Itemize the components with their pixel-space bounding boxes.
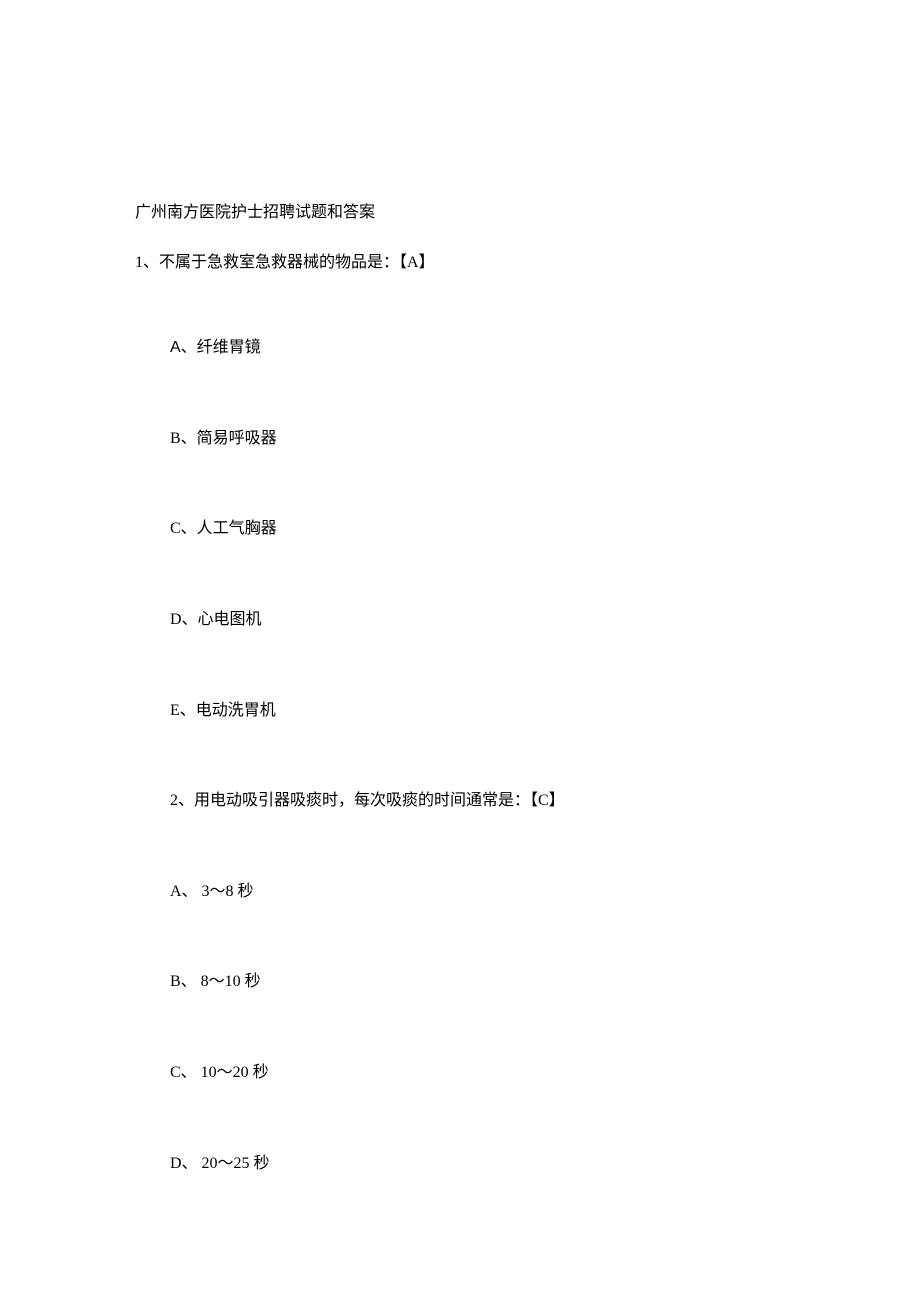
question-1-option-e: E、电动洗胃机 xyxy=(135,698,785,724)
question-1-stem: 1、不属于急救室急救器械的物品是：【A】 xyxy=(135,250,785,276)
question-2-option-c: C、 10～20 秒 xyxy=(135,1060,785,1086)
document-title: 广州南方医院护士招聘试题和答案 xyxy=(135,200,785,226)
option-a-text: 、纤维胃镜 xyxy=(181,339,261,356)
question-1-option-a: A、纤维胃镜 xyxy=(135,335,785,361)
question-2-option-d: D、 20～25 秒 xyxy=(135,1151,785,1177)
option-a-letter: A xyxy=(170,339,181,356)
question-2-option-a: A、 3～8 秒 xyxy=(135,879,785,905)
question-1-option-b: B、简易呼吸器 xyxy=(135,426,785,452)
question-2-stem: 2、用电动吸引器吸痰时，每次吸痰的时间通常是：【C】 xyxy=(135,788,785,814)
question-1-option-c: C、人工气胸器 xyxy=(135,516,785,542)
question-1-option-d: D、心电图机 xyxy=(135,607,785,633)
question-2-option-b: B、 8～10 秒 xyxy=(135,969,785,995)
